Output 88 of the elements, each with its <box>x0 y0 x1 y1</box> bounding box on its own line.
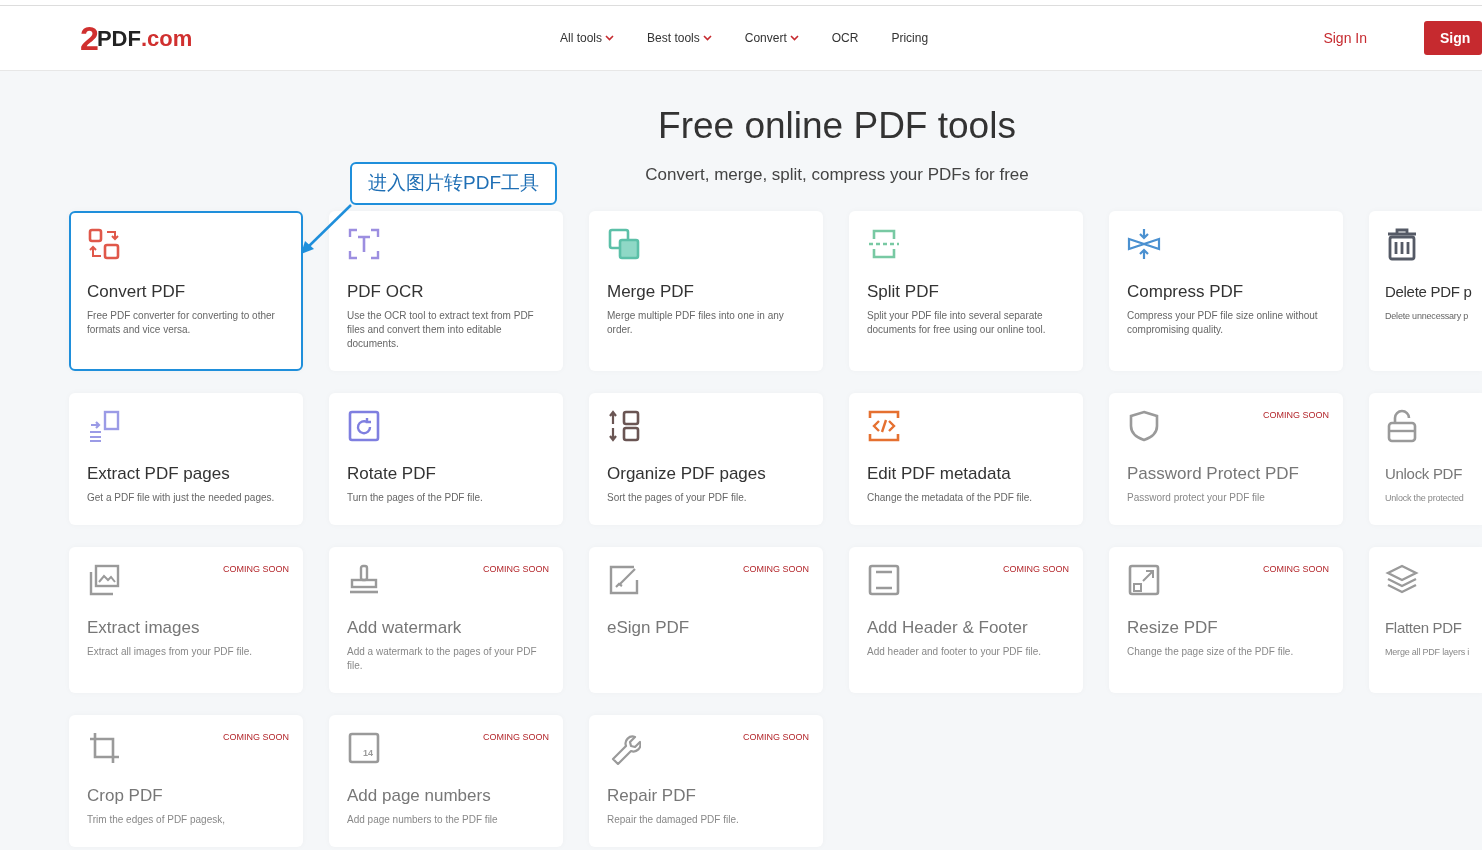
tool-title: Unlock PDF <box>1385 463 1464 484</box>
tool-card[interactable]: Delete PDF p Delete unnecessary p <box>1369 210 1482 371</box>
crop-icon <box>87 730 121 765</box>
logo[interactable]: 2PDF.com <box>80 21 560 55</box>
tool-title: Password Protect PDF <box>1127 462 1300 485</box>
coming-soon-label: COMING SOON <box>1003 562 1069 576</box>
extract-pages-icon <box>87 408 121 443</box>
tool-card[interactable]: Organize PDF pages Sort the pages of your PDF file. <box>589 392 823 525</box>
tool-title: Add page numbers <box>347 784 492 807</box>
tool-card[interactable]: Split PDF Split your PDF file into several separate documents for free using our online tool. <box>849 210 1083 371</box>
code-icon <box>867 408 901 443</box>
tool-description: Add page numbers to the PDF file <box>347 812 499 827</box>
tool-description: Sort the pages of your PDF file. <box>607 490 748 505</box>
page-subtitle: Convert, merge, split, compress your PDFs for free <box>645 164 1029 187</box>
reorder-icon <box>607 408 641 443</box>
tool-description: Split your PDF file into several separate documents for free using our online tool. <box>867 308 1047 337</box>
tool-description: Get a PDF file with just the needed pages. <box>87 490 276 505</box>
rotate-icon <box>347 408 381 443</box>
coming-soon-label: COMING SOON <box>223 562 289 576</box>
nav-link[interactable]: Pricing <box>891 29 929 47</box>
resize-icon <box>1127 562 1161 597</box>
tool-title: Add watermark <box>347 616 463 639</box>
tool-title: Compress PDF <box>1127 280 1245 303</box>
tool-title: Extract images <box>87 616 201 639</box>
tool-card[interactable]: Extract PDF pages Get a PDF file with just the needed pages. <box>69 392 303 525</box>
coming-soon-label: COMING SOON <box>743 730 809 744</box>
tool-title: Organize PDF pages <box>607 462 767 485</box>
annotation-callout: 进入图片转PDF工具 <box>350 162 557 205</box>
tool-title: Repair PDF <box>607 784 697 807</box>
tool-description: Merge multiple PDF files into one in any order. <box>607 308 785 337</box>
tool-title: Extract PDF pages <box>87 462 231 485</box>
tool-title: Resize PDF <box>1127 616 1219 639</box>
coming-soon-label: COMING SOON <box>1263 408 1329 422</box>
sign-in-link[interactable]: Sign In <box>1323 27 1367 49</box>
tool-description: Change the metadata of the PDF file. <box>867 490 1034 505</box>
convert-arrows-icon <box>87 226 121 261</box>
tool-description: Turn the pages of the PDF file. <box>347 490 484 505</box>
tool-title: Rotate PDF <box>347 462 437 485</box>
tool-card[interactable]: PDF OCR Use the OCR tool to extract text from PDF files and convert them into editable documents. <box>329 210 563 371</box>
tool-description: Repair the damaged PDF file. <box>607 812 740 827</box>
coming-soon-label: COMING SOON <box>743 562 809 576</box>
tool-title: eSign PDF <box>607 616 691 639</box>
images-icon <box>87 562 121 597</box>
tool-title: Split PDF <box>867 280 940 303</box>
coming-soon-label: COMING SOON <box>483 730 549 744</box>
tool-card[interactable]: Rotate PDF Turn the pages of the PDF file. <box>329 392 563 525</box>
tool-description: Add header and footer to your PDF file. <box>867 644 1042 659</box>
tool-title: Edit PDF metadata <box>867 462 1012 485</box>
tool-description: Add a watermark to the pages of your PDF file. <box>347 644 538 673</box>
nav-link[interactable]: OCR <box>831 29 859 47</box>
coming-soon-label: COMING SOON <box>1263 562 1329 576</box>
merge-squares-icon <box>607 226 641 261</box>
tool-description: Delete unnecessary p <box>1385 309 1470 323</box>
tool-title: Delete PDF p <box>1385 281 1473 302</box>
tool-title: Add Header & Footer <box>867 616 1029 639</box>
tool-title: PDF OCR <box>347 280 425 303</box>
shield-icon <box>1127 408 1161 443</box>
page-number-icon: 14 <box>347 730 381 765</box>
tool-description: Password protect your PDF file <box>1127 490 1266 505</box>
ocr-text-icon <box>347 226 381 261</box>
tool-description: Extract all images from your PDF file. <box>87 644 254 659</box>
header-footer-icon <box>867 562 901 597</box>
coming-soon-label: COMING SOON <box>223 730 289 744</box>
sign-up-button[interactable]: Sign <box>1424 21 1482 55</box>
page-title: Free online PDF tools <box>658 104 1016 148</box>
coming-soon-label: COMING SOON <box>483 562 549 576</box>
tool-description: Merge all PDF layers i <box>1385 645 1471 659</box>
nav-link[interactable]: Best tools <box>647 29 712 47</box>
tool-description: Free PDF converter for converting to other formats and vice versa. <box>87 308 276 337</box>
tool-card[interactable]: Merge PDF Merge multiple PDF files into one in any order. <box>589 210 823 371</box>
tool-title: Convert PDF <box>87 280 187 303</box>
compress-arrows-icon <box>1127 226 1161 261</box>
tool-title: Merge PDF <box>607 280 695 303</box>
tool-description: Change the page size of the PDF file. <box>1127 644 1295 659</box>
tool-title: Flatten PDF <box>1385 617 1463 638</box>
tool-description: Compress your PDF file size online without compromising quality. <box>1127 308 1319 337</box>
tool-card[interactable]: Compress PDF Compress your PDF file size online without compromising quality. <box>1109 210 1343 371</box>
tool-description: Use the OCR tool to extract text from PDF files and convert them into editable documents. <box>347 308 535 351</box>
nav-link[interactable]: All tools <box>560 29 615 47</box>
tool-card[interactable]: Convert PDF Free PDF converter for converting to other formats and vice versa. <box>69 210 303 371</box>
annotation-arrow <box>301 204 352 254</box>
unlock-icon <box>1385 408 1419 443</box>
tool-card[interactable]: Edit PDF metadata Change the metadata of the PDF file. <box>849 392 1083 525</box>
trash-icon <box>1385 226 1419 261</box>
tool-description: Trim the edges of PDF pagesk, <box>87 812 227 827</box>
tool-title: Crop PDF <box>87 784 164 807</box>
nav-link[interactable]: Convert <box>744 29 799 47</box>
tool-description: Unlock the protected <box>1385 491 1465 505</box>
